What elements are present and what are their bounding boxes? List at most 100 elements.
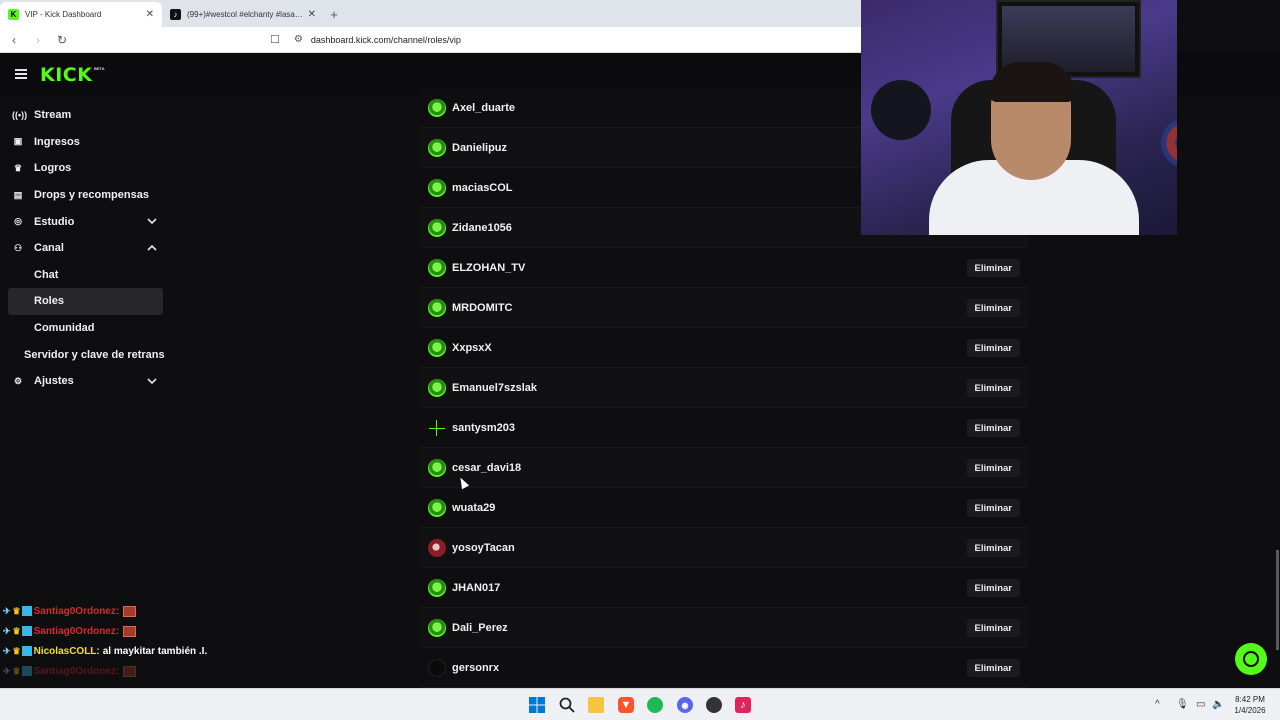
remove-vip-button[interactable]: Eliminar — [966, 579, 1020, 597]
forward-icon[interactable]: › — [28, 33, 48, 47]
sidebar-item-stream[interactable]: ((•)) Stream — [0, 102, 170, 129]
volume-icon[interactable]: 🔈 — [1212, 699, 1224, 710]
remove-vip-button[interactable]: Eliminar — [966, 419, 1020, 437]
remove-vip-button[interactable]: Eliminar — [966, 539, 1020, 557]
chevron-up-icon[interactable]: ^ — [1155, 699, 1160, 710]
crown-badge-icon: ♛ — [12, 645, 21, 656]
sidebar-subitem-comunidad[interactable]: Comunidad — [0, 315, 170, 342]
avatar — [428, 378, 446, 397]
tiktok-icon: ♪ — [170, 9, 181, 20]
chat-message: ✈ ♛ Santiag0Ordonez: — [3, 601, 263, 621]
avatar — [428, 258, 446, 277]
close-icon[interactable]: ✕ — [308, 9, 316, 20]
username[interactable]: Dali_Perez — [452, 622, 508, 634]
kick-logo[interactable]: KICK — [40, 64, 92, 86]
spotify-icon[interactable] — [647, 697, 663, 713]
username[interactable]: yosoyTacan — [452, 542, 515, 554]
username[interactable]: ELZOHAN_TV — [452, 262, 525, 274]
scrollbar[interactable] — [1276, 550, 1279, 650]
trophy-icon: ♛ — [13, 162, 23, 173]
username[interactable]: Danielipuz — [452, 142, 507, 154]
chat-username[interactable]: NicolasCOLL: — [34, 646, 100, 657]
brave-browser-icon[interactable]: ▼ — [618, 697, 634, 713]
crown-badge-icon: ♛ — [12, 665, 21, 676]
discord-icon[interactable]: ◉ — [677, 697, 693, 713]
username[interactable]: maciasCOL — [452, 182, 513, 194]
username[interactable]: MRDOMITC — [452, 302, 513, 314]
tiktok-live-icon[interactable]: ♪ — [735, 697, 751, 713]
studio-icon: ◎ — [14, 216, 22, 227]
chevron-down-icon[interactable] — [146, 215, 158, 227]
beta-label: BETA — [94, 66, 105, 71]
sidebar-item-drops[interactable]: ▤ Drops y recompensas — [0, 182, 170, 209]
remove-vip-button[interactable]: Eliminar — [966, 459, 1020, 477]
remove-vip-button[interactable]: Eliminar — [966, 259, 1020, 277]
chat-username[interactable]: Santiag0Ordonez: — [34, 626, 120, 637]
sidebar-item-label: Drops y recompensas — [34, 189, 149, 202]
site-info-icon[interactable]: ⚙ — [294, 34, 303, 45]
clock-date: 1/4/2026 — [1234, 706, 1266, 715]
tab-title: (99+)#westcol #elchanty #lasapaaaa — [187, 10, 304, 19]
table-row: ELZOHAN_TV Eliminar — [420, 248, 1028, 288]
clock-time: 8:42 PM — [1235, 695, 1265, 704]
chat-username[interactable]: Santiag0Ordonez: — [34, 606, 120, 617]
sidebar-item-ajustes[interactable]: ⚙ Ajustes — [0, 368, 170, 395]
network-icon[interactable]: ▭ — [1196, 699, 1205, 710]
chat-username[interactable]: Santiag0Ordonez: — [34, 666, 120, 677]
table-row: cesar_davi18 Eliminar — [420, 448, 1028, 488]
obs-icon[interactable] — [706, 697, 722, 713]
sidebar-item-ingresos[interactable]: ▣ Ingresos — [0, 129, 170, 156]
gift-icon: ▤ — [13, 189, 23, 200]
remove-vip-button[interactable]: Eliminar — [966, 339, 1020, 357]
username[interactable]: Axel_duarte — [452, 102, 515, 114]
microphone-icon[interactable]: 🎙 — [1176, 699, 1189, 710]
sidebar-subitem-chat[interactable]: Chat — [0, 262, 170, 289]
close-icon[interactable]: ✕ — [146, 9, 154, 20]
remove-vip-button[interactable]: Eliminar — [966, 299, 1020, 317]
username[interactable]: JHAN017 — [452, 582, 500, 594]
bookmark-icon[interactable]: ☐ — [270, 33, 280, 46]
chat-overlay: ✈ ♛ Santiag0Ordonez: ✈ ♛ Santiag0Ordonez: ✈ ♛ Ni… — [3, 601, 263, 681]
subscriber-badge-icon — [21, 646, 32, 656]
remove-vip-button[interactable]: Eliminar — [966, 659, 1020, 677]
username[interactable]: Zidane1056 — [452, 222, 512, 234]
reload-icon[interactable]: ↻ — [52, 33, 72, 47]
remove-vip-button[interactable]: Eliminar — [966, 379, 1020, 397]
avatar — [428, 458, 446, 477]
broadcast-icon: ((•)) — [12, 110, 28, 121]
username[interactable]: santysm203 — [452, 422, 515, 434]
chat-message: ✈ ♛ Santiag0Ordonez: — [3, 661, 263, 681]
menu-icon[interactable] — [15, 69, 27, 79]
avatar — [428, 218, 446, 237]
username[interactable]: gersonrx — [452, 662, 499, 674]
url-text[interactable]: dashboard.kick.com/channel/roles/vip — [311, 35, 461, 45]
back-icon[interactable]: ‹ — [4, 33, 24, 47]
wallet-icon: ▣ — [13, 136, 23, 147]
new-tab-button[interactable]: + — [324, 2, 344, 27]
username[interactable]: XxpsxX — [452, 342, 492, 354]
username[interactable]: cesar_davi18 — [452, 462, 521, 474]
chevron-down-icon[interactable] — [146, 375, 158, 387]
sidebar-subitem-servidor[interactable]: Servidor y clave de retrans — [0, 341, 170, 368]
browser-tab-bar: K VIP - Kick Dashboard ✕ ♪ (99+)#westcol… — [0, 0, 861, 27]
remove-vip-button[interactable]: Eliminar — [966, 619, 1020, 637]
browser-tab-tiktok[interactable]: ♪ (99+)#westcol #elchanty #lasapaaaa ✕ — [162, 2, 324, 27]
table-row: MRDOMITC Eliminar — [420, 288, 1028, 328]
sidebar-item-logros[interactable]: ♛ Logros — [0, 155, 170, 182]
chevron-up-icon[interactable] — [146, 242, 158, 254]
file-explorer-icon[interactable] — [588, 697, 604, 713]
table-row: yosoyTacan Eliminar — [420, 528, 1028, 568]
windows-start-icon[interactable] — [529, 697, 545, 713]
sidebar-item-canal[interactable]: ⚇ Canal — [0, 235, 170, 262]
support-chat-button[interactable] — [1235, 643, 1267, 675]
username[interactable]: wuata29 — [452, 502, 495, 514]
remove-vip-button[interactable]: Eliminar — [966, 499, 1020, 517]
search-icon[interactable] — [559, 697, 575, 713]
webcam-background — [871, 80, 931, 140]
username[interactable]: Emanuel7szslak — [452, 382, 537, 394]
sidebar-item-estudio[interactable]: ◎ Estudio — [0, 208, 170, 235]
browser-tab-kick[interactable]: K VIP - Kick Dashboard ✕ — [0, 2, 162, 27]
sidebar-item-label: Ajustes — [34, 375, 74, 388]
system-clock[interactable]: 8:42 PM 1/4/2026 — [1226, 694, 1274, 716]
sidebar-subitem-roles[interactable]: Roles — [8, 288, 163, 315]
